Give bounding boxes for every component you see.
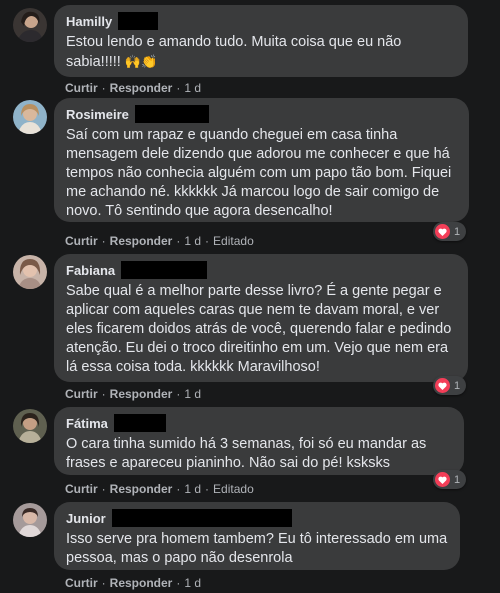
reaction-count[interactable]: 1 [433,376,467,395]
comment-text: Isso serve pra homem tambem? Eu tô inter… [66,531,448,566]
redaction-bar [118,12,159,30]
redaction-bar [134,105,209,123]
timestamp[interactable]: 1 d [184,81,201,95]
reply-button[interactable]: Responder [110,576,173,590]
comment-actions: Curtir · Responder · 1 d [65,576,202,590]
timestamp[interactable]: 1 d [184,482,201,496]
like-button[interactable]: Curtir [65,234,98,248]
comment-actions: Curtir · Responder · 1 d · Editado [65,482,254,496]
like-button[interactable]: Curtir [65,387,98,401]
comment-author[interactable]: Hamilly [66,14,112,29]
reaction-count[interactable]: 1 [433,222,467,241]
comment-bubble: Rosimeire Saí com um rapaz e quando cheg… [54,98,469,222]
timestamp[interactable]: 1 d [184,387,201,401]
comment-bubble: Hamilly Estou lendo e amando tudo. Muita… [54,5,468,77]
like-button[interactable]: Curtir [65,482,98,496]
avatar[interactable] [13,409,47,443]
avatar[interactable] [13,8,47,42]
reply-button[interactable]: Responder [110,387,173,401]
reply-button[interactable]: Responder [110,81,173,95]
comment-text: Estou lendo e amando tudo. Muita coisa q… [66,34,402,70]
comment-actions: Curtir · Responder · 1 d [65,81,202,95]
redaction-bar [111,509,292,527]
comment-author[interactable]: Junior [66,511,106,526]
heart-icon [435,378,450,393]
like-button[interactable]: Curtir [65,81,98,95]
timestamp[interactable]: 1 d [184,234,201,248]
comment-author[interactable]: Fátima [66,416,108,431]
reply-button[interactable]: Responder [110,482,173,496]
edited-label[interactable]: Editado [213,234,254,248]
comment-actions: Curtir · Responder · 1 d [65,387,202,401]
reply-button[interactable]: Responder [110,234,173,248]
heart-icon [435,472,450,487]
comment-text: Saí com um rapaz e quando cheguei em cas… [66,127,452,219]
comment-text: O cara tinha sumido há 3 semanas, foi só… [66,436,427,471]
comment-text: Sabe qual é a melhor parte desse livro? … [66,283,452,375]
edited-label[interactable]: Editado [213,482,254,496]
clap-emoji-icon: 🙌👏 [124,54,158,69]
heart-icon [435,224,450,239]
reaction-count[interactable]: 1 [433,470,467,489]
comment-actions: Curtir · Responder · 1 d · Editado [65,234,254,248]
comment-author[interactable]: Fabiana [66,263,115,278]
comment-bubble: Fátima O cara tinha sumido há 3 semanas,… [54,407,464,475]
redaction-bar [121,261,208,279]
avatar[interactable] [13,100,47,134]
comment-author[interactable]: Rosimeire [66,107,129,122]
avatar[interactable] [13,255,47,289]
avatar[interactable] [13,503,47,537]
like-button[interactable]: Curtir [65,576,98,590]
redaction-bar [113,414,166,432]
comment-bubble: Junior Isso serve pra homem tambem? Eu t… [54,502,460,570]
timestamp[interactable]: 1 d [184,576,201,590]
comment-bubble: Fabiana Sabe qual é a melhor parte desse… [54,254,468,382]
